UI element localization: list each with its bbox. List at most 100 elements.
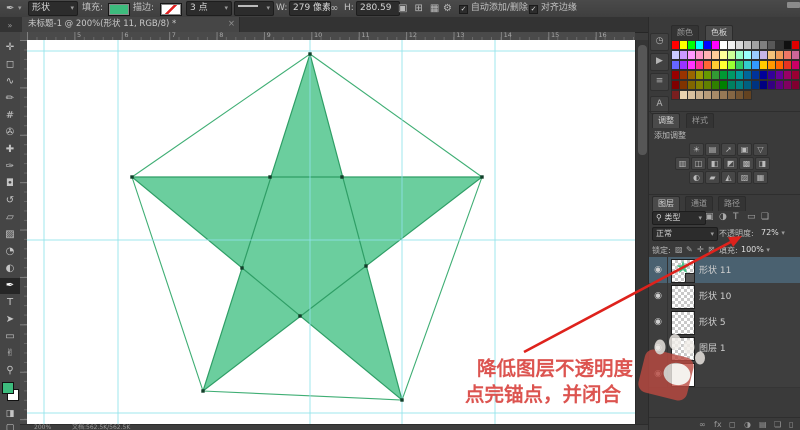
zoom-level[interactable]: 200% — [34, 425, 51, 430]
filter-shape-layers-icon[interactable]: ▭ — [747, 211, 756, 223]
layer-thumbnail[interactable] — [671, 337, 695, 361]
path-selection-tool[interactable]: ➤ — [0, 312, 20, 328]
layer-thumbnail[interactable] — [671, 311, 695, 335]
anchor-point[interactable] — [268, 175, 271, 178]
lock-transparency-icon[interactable]: ▨ — [675, 244, 683, 256]
layer-thumbnail[interactable] — [671, 363, 695, 387]
blur-tool[interactable]: ◔ — [0, 244, 20, 260]
auto-add-delete-checkbox[interactable]: ✓ 自动添加/删除 — [459, 0, 528, 17]
anchor-point[interactable] — [308, 52, 311, 55]
hand-tool[interactable]: ✌ — [0, 346, 20, 362]
filter-type-layers-icon[interactable]: T — [733, 211, 739, 223]
tab-layers[interactable]: 图层 — [652, 196, 680, 211]
new-layer-button[interactable]: ❏ — [774, 420, 781, 429]
canvas[interactable] — [27, 40, 635, 424]
layer-row[interactable]: ◉ — [649, 361, 800, 388]
tab-color[interactable]: 颜色 — [671, 25, 699, 40]
eyedropper-tool[interactable]: ✇ — [0, 125, 20, 141]
photo-filter-icon[interactable]: ◩ — [723, 157, 738, 170]
tab-adjustments[interactable]: 调整 — [652, 113, 680, 128]
selective-color-icon[interactable]: ▦ — [753, 171, 768, 184]
scrollbar-thumb[interactable] — [638, 45, 647, 155]
anchor-point[interactable] — [298, 314, 301, 317]
dodge-tool[interactable]: ◐ — [0, 261, 20, 277]
eraser-tool[interactable]: ▱ — [0, 210, 20, 226]
swatch-color[interactable] — [743, 90, 752, 100]
pen-tool[interactable]: ✒ — [0, 278, 20, 294]
invert-icon[interactable]: ◐ — [689, 171, 704, 184]
vertical-scrollbar[interactable] — [635, 40, 649, 424]
brush-tool[interactable]: ✑ — [0, 159, 20, 175]
swatch-color[interactable] — [791, 60, 800, 70]
link-layers-button[interactable]: ∞ — [699, 420, 706, 429]
add-mask-button[interactable]: ◻ — [729, 420, 736, 429]
hue-saturation-icon[interactable]: ▥ — [675, 157, 690, 170]
clone-stamp-tool[interactable]: ◘ — [0, 176, 20, 192]
vibrance-icon[interactable]: ▽ — [753, 143, 768, 156]
brightness-contrast-icon[interactable]: ☀ — [689, 143, 704, 156]
lock-position-icon[interactable]: ✛ — [697, 244, 704, 256]
color-balance-icon[interactable]: ◫ — [691, 157, 706, 170]
swatch-color[interactable] — [791, 80, 800, 90]
tab-paths[interactable]: 路径 — [718, 196, 746, 211]
gradient-tool[interactable]: ▨ — [0, 227, 20, 243]
layer-row[interactable]: ◉图层 1 — [649, 335, 800, 362]
anchor-point[interactable] — [364, 264, 367, 267]
filter-adjustment-layers-icon[interactable]: ◑ — [719, 211, 727, 223]
layer-row[interactable]: ◉形状 5 — [649, 309, 800, 336]
tool-mode-dropdown[interactable]: 形状 ▾ — [28, 1, 78, 16]
layer-thumbnail[interactable]: ★ — [671, 259, 695, 283]
anchor-point[interactable] — [480, 175, 483, 178]
document-tab[interactable]: 未标题-1 @ 200%(形状 11, RGB/8) * × — [22, 17, 240, 32]
new-adjustment-button[interactable]: ◑ — [744, 420, 751, 429]
history-brush-tool[interactable]: ↺ — [0, 193, 20, 209]
curves-icon[interactable]: ➚ — [721, 143, 736, 156]
move-tool[interactable]: ✛ — [0, 40, 20, 56]
stroke-color-swatch[interactable] — [160, 3, 182, 16]
gear-icon[interactable]: ⚙ — [443, 0, 452, 17]
levels-icon[interactable]: ▤ — [705, 143, 720, 156]
properties-panel-button[interactable]: ≡ — [650, 73, 669, 91]
filter-smart-objects-icon[interactable]: ❏ — [761, 211, 769, 223]
black-white-icon[interactable]: ◧ — [707, 157, 722, 170]
actions-panel-button[interactable]: ▶ — [650, 53, 669, 71]
eye-toggle[interactable]: ◉ — [649, 257, 668, 283]
stroke-width-field[interactable]: 3 点 ▾ — [186, 1, 232, 16]
screen-mode-button[interactable]: ▢ — [0, 420, 20, 430]
link-dimensions-icon[interactable]: ∞ — [330, 0, 338, 17]
pen-tool-icon[interactable]: ✒ — [6, 0, 14, 17]
path-operations-icon[interactable]: ▣ — [398, 3, 407, 14]
lock-image-icon[interactable]: ✎ — [686, 244, 693, 256]
layer-filter-dropdown[interactable]: ⚲ 类型▾ — [652, 211, 706, 225]
layer-row[interactable]: ◉★形状 11 — [649, 257, 800, 284]
healing-brush-tool[interactable]: ✚ — [0, 142, 20, 158]
fill-color-swatch[interactable] — [108, 3, 130, 16]
anchor-point[interactable] — [240, 266, 243, 269]
eye-toggle[interactable]: ◉ — [649, 309, 668, 335]
tab-swatches[interactable]: 色板 — [705, 25, 733, 40]
filter-pixel-layers-icon[interactable]: ▣ — [705, 211, 714, 223]
width-field[interactable]: 279 像素 — [289, 1, 331, 16]
anchor-point[interactable] — [201, 389, 204, 392]
height-field[interactable]: 280.59 — [356, 1, 400, 16]
quick-selection-tool[interactable]: ✏ — [0, 91, 20, 107]
channel-mixer-icon[interactable]: ▩ — [739, 157, 754, 170]
posterize-icon[interactable]: ▰ — [705, 171, 720, 184]
marquee-tool[interactable]: ◻ — [0, 57, 20, 73]
swatch-color[interactable] — [791, 50, 800, 60]
close-tab-icon[interactable]: × — [228, 17, 235, 32]
layer-row[interactable]: ◉形状 10 — [649, 283, 800, 310]
eye-toggle[interactable]: ◉ — [649, 361, 668, 387]
stroke-style-dropdown[interactable]: ▾ — [234, 1, 274, 16]
exposure-icon[interactable]: ▣ — [737, 143, 752, 156]
zoom-tool[interactable]: ⚲ — [0, 363, 20, 379]
swatch-color[interactable] — [791, 70, 800, 80]
color-lookup-icon[interactable]: ◨ — [755, 157, 770, 170]
tab-styles[interactable]: 样式 — [686, 113, 714, 128]
history-panel-button[interactable]: ◷ — [650, 33, 669, 51]
tab-channels[interactable]: 通道 — [685, 196, 713, 211]
path-alignment-icon[interactable]: ⊞ — [414, 3, 422, 14]
lock-all-icon[interactable]: ⊠ — [708, 244, 715, 256]
lasso-tool[interactable]: ∿ — [0, 74, 20, 90]
anchor-point[interactable] — [130, 175, 133, 178]
